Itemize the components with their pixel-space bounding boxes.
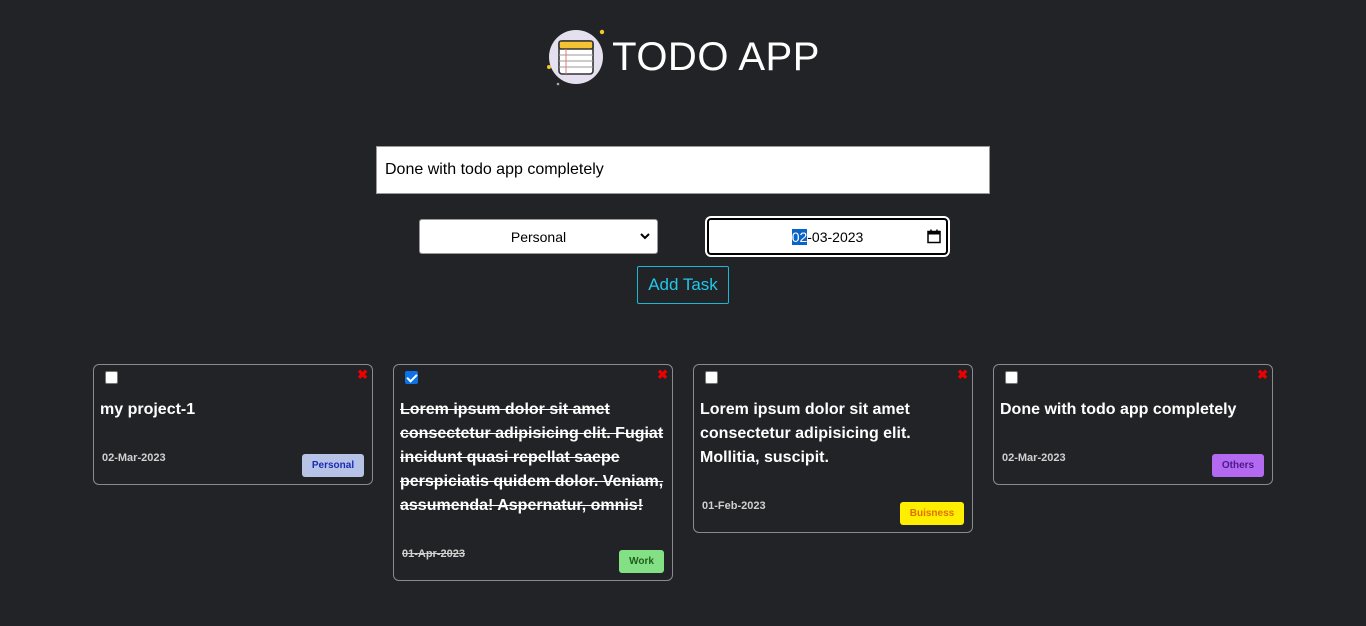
category-badge: Buisness [900, 502, 964, 525]
category-badge: Work [619, 550, 664, 573]
category-badge: Personal [302, 454, 364, 477]
task-checkbox[interactable] [105, 371, 118, 384]
task-date: 01-Feb-2023 [702, 500, 766, 512]
delete-icon[interactable]: ✖ [657, 368, 668, 381]
delete-icon[interactable]: ✖ [1257, 368, 1268, 381]
date-day-segment[interactable]: 02 [791, 228, 808, 245]
task-checkbox-checked[interactable] [405, 371, 418, 384]
task-date: 01-Apr-2023 [402, 548, 465, 560]
chevron-down-icon [639, 229, 651, 246]
add-task-button[interactable]: Add Task [637, 266, 729, 304]
delete-icon[interactable]: ✖ [957, 368, 968, 381]
task-text: my project-1 [100, 401, 196, 418]
notebook-icon [546, 27, 606, 87]
category-badge: Others [1212, 454, 1264, 477]
app-header: TODO APP [0, 27, 1366, 87]
task-card: ✖ Lorem ipsum dolor sit amet consectetur… [693, 364, 973, 533]
task-card: ✖ Done with todo app completely 02-Mar-2… [993, 364, 1273, 485]
task-text: Lorem ipsum dolor sit amet consectetur a… [700, 401, 911, 466]
date-rest-segment: -03-2023 [807, 228, 864, 245]
task-card: ✖ my project-1 02-Mar-2023 Personal [93, 364, 373, 485]
category-select[interactable]: Personal [419, 219, 658, 254]
task-card: ✖ Lorem ipsum dolor sit amet consectetur… [393, 364, 673, 581]
task-date: 02-Mar-2023 [102, 452, 166, 464]
task-text: Lorem ipsum dolor sit amet consectetur a… [400, 401, 664, 514]
calendar-icon[interactable] [927, 229, 941, 247]
task-checkbox[interactable] [705, 371, 718, 384]
task-input-value: Done with todo app completely [385, 161, 604, 178]
date-input[interactable]: 02 -03-2023 [705, 216, 950, 257]
task-input[interactable]: Done with todo app completely [376, 146, 990, 194]
app-title: TODO APP [612, 34, 820, 79]
task-text: Done with todo app completely [1000, 401, 1237, 418]
task-checkbox[interactable] [1005, 371, 1018, 384]
delete-icon[interactable]: ✖ [357, 368, 368, 381]
task-date: 02-Mar-2023 [1002, 452, 1066, 464]
category-selected-value: Personal [510, 228, 567, 245]
